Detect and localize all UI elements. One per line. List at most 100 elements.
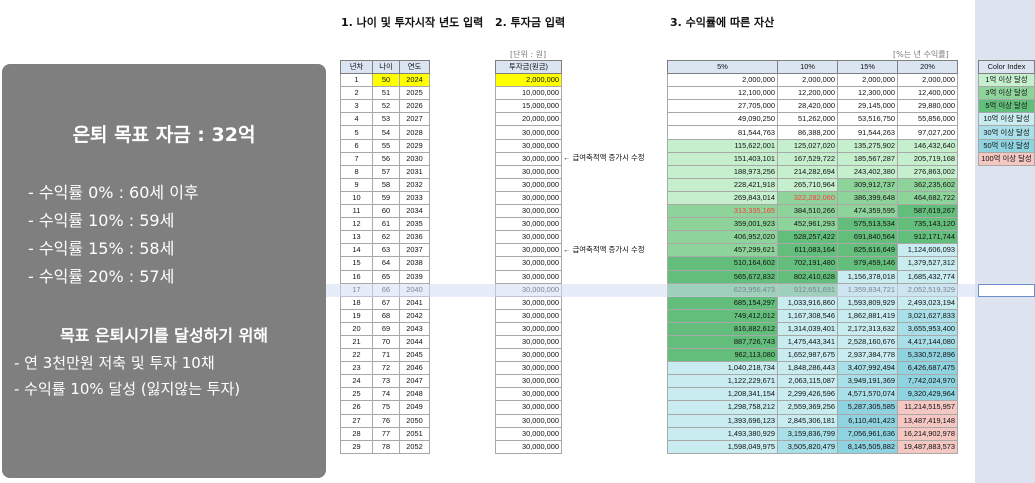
return-cell: 5,287,305,585 bbox=[837, 400, 898, 415]
return-cell: 912,171,744 bbox=[897, 230, 958, 245]
section-heading-investment: 2. 투자금 입력 bbox=[495, 16, 566, 29]
investment-cell[interactable]: 20,000,000 bbox=[495, 112, 562, 127]
investment-cell[interactable]: 30,000,000 bbox=[495, 400, 562, 415]
year-age-cell: 16 bbox=[340, 269, 373, 284]
year-age-cell: 18 bbox=[340, 295, 373, 310]
return-cell: 4,417,144,080 bbox=[897, 334, 958, 350]
year-age-cell: 3 bbox=[340, 99, 373, 114]
investment-cell[interactable]: 30,000,000 bbox=[495, 374, 562, 389]
table-row: 30,000,000 bbox=[495, 138, 562, 153]
investment-cell[interactable]: 30,000,000 bbox=[495, 243, 562, 258]
table-row: 30,000,000 bbox=[495, 374, 562, 389]
investment-cell[interactable]: 30,000,000 bbox=[495, 295, 562, 310]
table-row: 6 55 2029 bbox=[340, 138, 430, 153]
note-line-4: - 수익률 20% : 57세 bbox=[28, 267, 175, 286]
return-cell: 29,145,000 bbox=[837, 99, 898, 114]
return-cell: 151,403,101 bbox=[667, 151, 778, 166]
table-row: 1,040,218,734 1,848,286,443 3,407,992,494 6… bbox=[667, 361, 958, 376]
investment-cell[interactable]: 30,000,000 bbox=[495, 190, 562, 206]
investment-cell[interactable]: 10,000,000 bbox=[495, 86, 562, 101]
investment-cell[interactable]: 30,000,000 bbox=[495, 217, 562, 232]
year-age-cell: 2025 bbox=[399, 86, 430, 101]
table-row: 10 59 2033 bbox=[340, 190, 430, 206]
year-age-cell: 27 bbox=[340, 413, 373, 428]
return-cell: 1,593,809,929 bbox=[837, 295, 898, 310]
investment-cell[interactable]: 15,000,000 bbox=[495, 99, 562, 114]
return-cell: 3,021,627,833 bbox=[897, 308, 958, 323]
year-age-cell: 66 bbox=[372, 282, 400, 297]
investment-cell[interactable]: 30,000,000 bbox=[495, 138, 562, 153]
year-age-cell: 55 bbox=[372, 138, 400, 153]
investment-cell[interactable]: 30,000,000 bbox=[495, 361, 562, 376]
return-cell: 1,685,432,774 bbox=[897, 269, 958, 284]
color-index-item: 3억 이상 달성 bbox=[978, 86, 1035, 101]
color-index-row: 30억 이상 달성 bbox=[978, 125, 1035, 140]
return-cell: 214,282,694 bbox=[777, 164, 838, 179]
return-cell: 1,208,341,154 bbox=[667, 387, 778, 402]
investment-cell[interactable]: 30,000,000 bbox=[495, 439, 562, 454]
year-age-cell: 2028 bbox=[399, 125, 430, 140]
table-row: 49,090,250 51,262,000 53,516,750 55,856,000 bbox=[667, 112, 958, 127]
rate-header-cell: 15% bbox=[837, 59, 898, 75]
year-age-cell[interactable]: 2024 bbox=[399, 73, 430, 88]
table-row: 115,622,001 125,027,020 135,275,902 146,432… bbox=[667, 138, 958, 153]
return-cell: 510,164,602 bbox=[667, 256, 778, 271]
return-cell: 1,033,916,860 bbox=[777, 295, 838, 310]
return-cell: 2,559,369,256 bbox=[777, 400, 838, 415]
investment-cell[interactable]: 30,000,000 bbox=[495, 269, 562, 284]
color-index-item: 50억 이상 달성 bbox=[978, 138, 1035, 153]
return-cell: 2,299,426,596 bbox=[777, 387, 838, 402]
table-row: 623,956,473 912,651,691 1,359,834,721 2,052… bbox=[667, 282, 958, 297]
investment-cell[interactable]: 30,000,000 bbox=[495, 125, 562, 140]
investment-cell[interactable]: 30,000,000 bbox=[495, 230, 562, 245]
age-year-table: 년차 나이 연도 1 50 2024 2 51 2025 3 52 2026 4 53 2027 5 54 20… bbox=[340, 59, 430, 454]
investment-cell[interactable]: 30,000,000 bbox=[495, 256, 562, 271]
return-cell: 362,235,602 bbox=[897, 177, 958, 192]
year-age-cell: 59 bbox=[372, 190, 400, 206]
table-row: 816,882,612 1,314,039,401 2,172,313,632 3,6… bbox=[667, 321, 958, 336]
table-row: 30,000,000 bbox=[495, 348, 562, 363]
rate-header-cell: 5% bbox=[667, 59, 778, 75]
color-index-row: 1억 이상 달성 bbox=[978, 73, 1035, 88]
investment-cell[interactable]: 30,000,000 bbox=[495, 164, 562, 179]
investment-cell[interactable]: 30,000,000 bbox=[495, 151, 562, 166]
investment-cell[interactable]: 30,000,000 bbox=[495, 177, 562, 192]
year-age-cell: 14 bbox=[340, 243, 373, 258]
investment-cell[interactable]: 2,000,000 bbox=[495, 73, 562, 88]
investment-cell[interactable]: 30,000,000 bbox=[495, 321, 562, 336]
return-cell: 188,973,256 bbox=[667, 164, 778, 179]
investment-cell[interactable]: 30,000,000 bbox=[495, 348, 562, 363]
table-row: 4 53 2027 bbox=[340, 112, 430, 127]
return-cell: 12,300,000 bbox=[837, 86, 898, 101]
table-row: 30,000,000 bbox=[495, 308, 562, 323]
return-cell: 691,840,564 bbox=[837, 230, 898, 245]
table-row: 2,000,000 2,000,000 2,000,000 2,000,000 bbox=[667, 73, 958, 88]
year-age-cell: 64 bbox=[372, 256, 400, 271]
return-cell: 528,257,422 bbox=[777, 230, 838, 245]
year-age-cell: 9 bbox=[340, 177, 373, 192]
investment-cell[interactable]: 30,000,000 bbox=[495, 282, 562, 297]
note-line2-1: - 연 3천만원 저축 및 투자 10채 bbox=[14, 354, 215, 372]
table-row: 1,208,341,154 2,299,426,596 4,571,570,074 9… bbox=[667, 387, 958, 402]
return-cell: 1,298,758,212 bbox=[667, 400, 778, 415]
return-cell: 1,493,380,929 bbox=[667, 426, 778, 441]
investment-cell[interactable]: 30,000,000 bbox=[495, 334, 562, 350]
investment-cell[interactable]: 30,000,000 bbox=[495, 308, 562, 323]
return-cell: 1,475,443,341 bbox=[777, 334, 838, 350]
rate-header-cell: 10% bbox=[777, 59, 838, 75]
rate-header-cell: 20% bbox=[897, 59, 958, 75]
year-age-cell: 12 bbox=[340, 217, 373, 232]
investment-cell[interactable]: 30,000,000 bbox=[495, 413, 562, 428]
year-age-cell: 28 bbox=[340, 426, 373, 441]
return-cell: 474,359,595 bbox=[837, 204, 898, 219]
investment-cell[interactable]: 30,000,000 bbox=[495, 426, 562, 441]
selected-cell[interactable] bbox=[978, 284, 1035, 297]
return-cell: 8,145,505,882 bbox=[837, 439, 898, 454]
return-cell: 125,027,020 bbox=[777, 138, 838, 153]
return-cell: 146,432,640 bbox=[897, 138, 958, 153]
year-age-cell[interactable]: 1 bbox=[340, 73, 373, 88]
return-cell: 575,513,534 bbox=[837, 217, 898, 232]
investment-cell[interactable]: 30,000,000 bbox=[495, 204, 562, 219]
investment-cell[interactable]: 30,000,000 bbox=[495, 387, 562, 402]
year-age-cell[interactable]: 50 bbox=[372, 73, 400, 88]
